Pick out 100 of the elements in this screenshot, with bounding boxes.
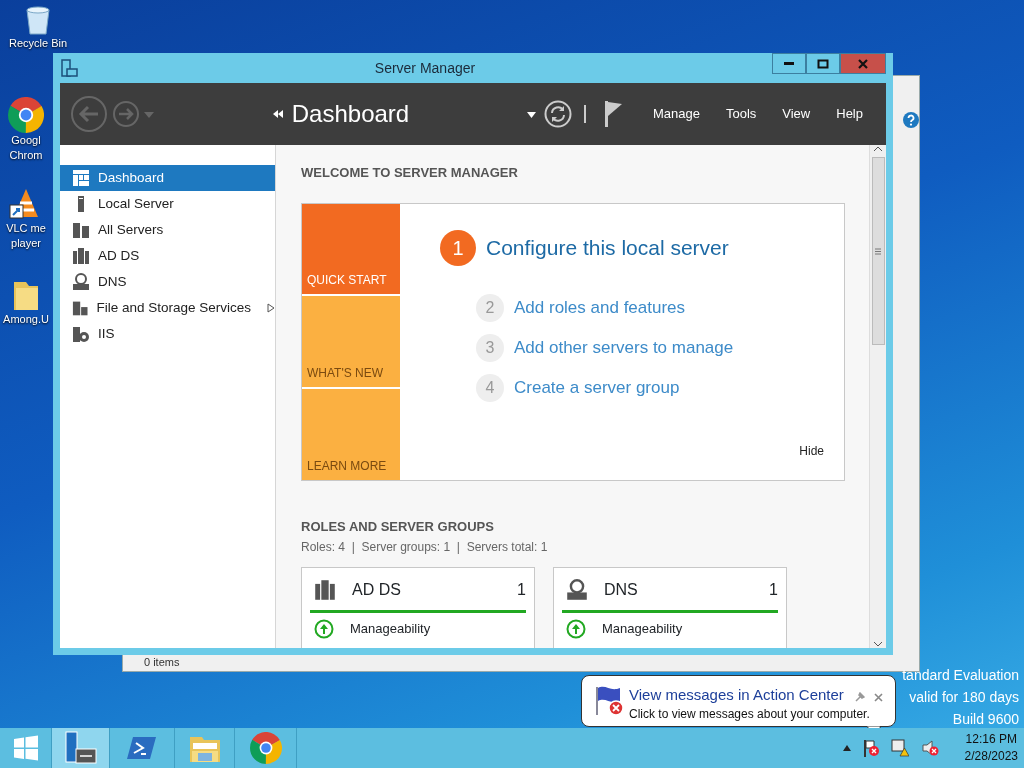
notification-text: Click to view messages about your computer. xyxy=(629,706,870,723)
page-title: Dashboard xyxy=(291,99,410,129)
menu-item[interactable]: Help xyxy=(823,104,876,124)
clock-date[interactable]: 2/28/2023 xyxy=(964,748,1018,765)
close-icon xyxy=(857,58,869,69)
scrollbar[interactable] xyxy=(869,145,886,648)
powershell-icon xyxy=(127,735,157,761)
sidebar-label: AD DS xyxy=(98,246,140,265)
close-icon[interactable] xyxy=(874,693,883,703)
sidebar-item[interactable]: File and Storage Services xyxy=(60,295,275,321)
sidebar-item[interactable]: Dashboard xyxy=(60,165,275,191)
minimize-icon xyxy=(784,62,794,65)
sidebar-item[interactable]: All Servers xyxy=(60,217,275,243)
menu-item[interactable]: View xyxy=(769,104,824,124)
icon-label: Googl xyxy=(11,133,41,148)
role-card[interactable]: DNS 1 Manageability xyxy=(553,567,787,648)
sidebar-label: File and Storage Services xyxy=(96,298,251,317)
window-title: Server Manager xyxy=(373,58,477,78)
action-center-error-icon[interactable] xyxy=(862,739,879,757)
status-label: Manageability xyxy=(350,620,431,639)
grip-icon xyxy=(875,247,881,255)
close-button[interactable] xyxy=(840,53,886,74)
step-link[interactable]: Create a server group xyxy=(514,374,680,401)
clock-time[interactable]: 12:16 PM xyxy=(965,731,1017,748)
step-number: 4 xyxy=(476,373,504,402)
globe-server-icon xyxy=(72,273,90,291)
sidebar-label: DNS xyxy=(98,272,127,291)
chrome-icon xyxy=(249,732,282,764)
card-title: AD DS xyxy=(352,580,401,600)
menu-item[interactable]: Manage xyxy=(639,104,713,124)
notification-title: View messages in Action Center xyxy=(629,685,844,705)
menu-item[interactable]: Tools xyxy=(712,104,770,124)
step-number: 3 xyxy=(476,333,504,362)
help-icon[interactable] xyxy=(903,111,919,128)
chevron-icon[interactable] xyxy=(267,303,275,314)
wrench-icon[interactable] xyxy=(855,691,865,702)
caret-icon xyxy=(144,111,154,118)
sidebar-item[interactable]: DNS xyxy=(60,269,275,295)
notification-balloon[interactable]: View messages in Action Center Click to view messages about your computer. xyxy=(581,675,896,727)
status-text: 0 items xyxy=(144,656,180,668)
step-link[interactable]: Add roles and features xyxy=(514,294,686,321)
icon-label: Chrom xyxy=(9,148,43,163)
globe-server-icon xyxy=(566,579,588,601)
status-up-icon xyxy=(314,619,334,639)
minimize-button[interactable] xyxy=(772,53,806,74)
sidebar-item[interactable]: Local Server xyxy=(60,191,275,217)
icon-label: Recycle Bin xyxy=(8,36,68,51)
maximize-button[interactable] xyxy=(806,53,840,74)
icon-label: Among.U xyxy=(3,312,49,327)
section-heading: WELCOME TO SERVER MANAGER xyxy=(301,164,519,182)
windows-logo-icon xyxy=(12,735,39,761)
maximize-icon xyxy=(817,58,829,69)
scroll-up-icon[interactable] xyxy=(873,145,883,153)
hide-link[interactable]: Hide xyxy=(799,441,824,460)
sidebar-item[interactable]: IIS xyxy=(60,321,275,347)
status-label: Manageability xyxy=(602,620,683,639)
network-warning-icon[interactable] xyxy=(890,739,909,757)
sidebar-label: All Servers xyxy=(98,220,164,239)
caret-icon xyxy=(526,111,536,118)
server-manager-icon xyxy=(60,58,78,78)
card-count: 1 xyxy=(517,580,526,600)
step-link[interactable]: Configure this local server xyxy=(486,231,729,264)
tile-button[interactable]: LEARN MORE xyxy=(302,388,400,480)
domain-servers-icon xyxy=(314,579,336,601)
card-count: 1 xyxy=(769,580,778,600)
sidebar-label: Local Server xyxy=(98,194,174,213)
edition-text: Build 9600 xyxy=(951,710,1019,729)
role-card[interactable]: AD DS 1 Manageability xyxy=(301,567,535,648)
notifications-button[interactable] xyxy=(603,100,624,128)
chrome-icon[interactable] xyxy=(8,97,44,133)
icon-label: player xyxy=(11,236,41,251)
edition-text: tandard Evaluation xyxy=(902,666,1019,685)
collapse-icon[interactable] xyxy=(271,109,284,119)
sidebar-label: IIS xyxy=(98,324,115,343)
section-heading: ROLES AND SERVER GROUPS xyxy=(301,517,495,536)
domain-servers-icon xyxy=(72,247,90,265)
status-up-icon xyxy=(566,619,586,639)
storage-icon xyxy=(72,299,89,317)
sidebar-item[interactable]: AD DS xyxy=(60,243,275,269)
servers-icon xyxy=(72,221,90,239)
scroll-down-icon[interactable] xyxy=(873,640,883,648)
refresh-icon xyxy=(543,100,572,128)
card-title: DNS xyxy=(604,580,638,600)
step-link[interactable]: Add other servers to manage xyxy=(514,334,734,361)
step-number: 1 xyxy=(440,229,476,266)
web-server-icon xyxy=(72,325,90,343)
dashboard-icon xyxy=(72,169,90,187)
speaker-muted-icon[interactable] xyxy=(920,739,939,757)
recycle-bin-icon[interactable] xyxy=(23,4,53,36)
sidebar-label: Dashboard xyxy=(98,168,165,187)
taskbar-button[interactable] xyxy=(52,728,110,768)
flag-icon xyxy=(603,100,624,128)
refresh-button[interactable] xyxy=(543,100,572,128)
roles-summary: Roles: 4 | Server groups: 1 | Servers total: 1 xyxy=(301,539,549,556)
step-number: 2 xyxy=(476,293,504,322)
icon-label: VLC me xyxy=(6,221,46,236)
scroll-thumb[interactable] xyxy=(871,157,885,345)
edition-text: valid for 180 days xyxy=(908,688,1019,707)
show-hidden-icon[interactable] xyxy=(842,745,851,751)
tile-button[interactable]: WHAT'S NEW xyxy=(302,296,400,387)
